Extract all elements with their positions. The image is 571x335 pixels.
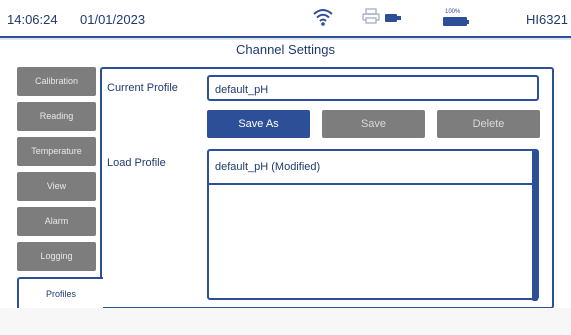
bottom-area (0, 308, 571, 335)
tab-profiles[interactable]: Profiles (17, 277, 103, 311)
page-title: Channel Settings (235, 42, 335, 57)
profile-list[interactable]: default_pH (Modified) (207, 149, 539, 301)
status-bar: 14:06:24 01/01/2023 100% HI6321 (0, 0, 571, 38)
tab-calibration[interactable]: Calibration (17, 67, 96, 96)
save-as-button[interactable]: Save As (207, 110, 310, 138)
tab-alarm[interactable]: Alarm (17, 207, 96, 236)
scrollbar[interactable] (532, 150, 538, 301)
status-time: 14:06:24 (7, 12, 58, 27)
tab-reading[interactable]: Reading (17, 102, 96, 131)
current-profile-label: Current Profile (107, 82, 178, 94)
screen: 14:06:24 01/01/2023 100% HI6321 Channel … (0, 0, 571, 335)
usb-icon (385, 14, 401, 22)
printer-icon (362, 8, 380, 24)
tab-view[interactable]: View (17, 172, 96, 201)
meter-model: HI6321 (526, 12, 568, 27)
delete-button[interactable]: Delete (437, 110, 540, 138)
wifi-icon (313, 9, 333, 26)
load-profile-label: Load Profile (107, 157, 166, 169)
tab-logging[interactable]: Logging (17, 242, 96, 271)
list-item[interactable]: default_pH (Modified) (209, 151, 533, 185)
battery-icon: 100% (443, 9, 471, 27)
battery-percent: 100% (445, 9, 461, 15)
status-date: 01/01/2023 (80, 12, 146, 27)
tab-temperature[interactable]: Temperature (17, 137, 96, 166)
current-profile-field[interactable]: default_pH (207, 75, 539, 101)
save-button[interactable]: Save (322, 110, 425, 138)
